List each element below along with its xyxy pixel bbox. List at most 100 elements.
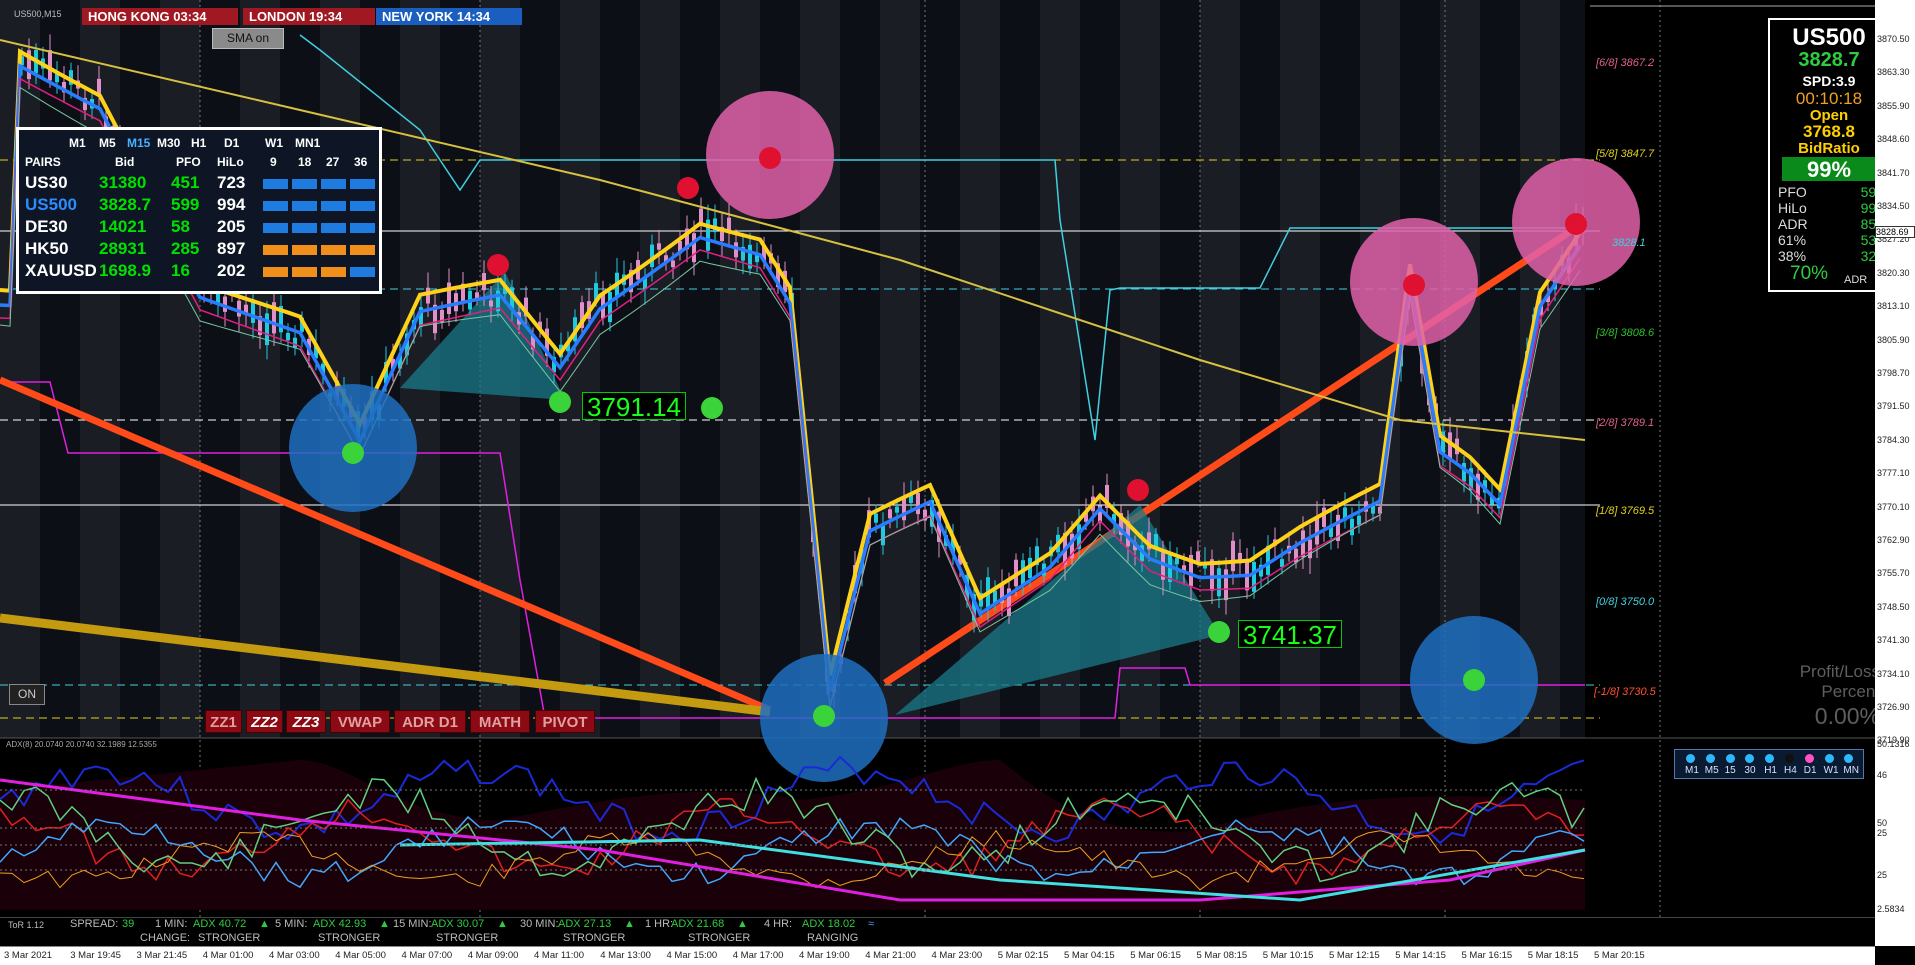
price-axis[interactable]: 3870.50 3863.30 3855.90 3848.60 3841.70 3834.… xyxy=(1875,0,1915,946)
time-tick: 5 Mar 02:15 xyxy=(997,950,1049,961)
adx-timeframe: 15 MIN: xyxy=(393,918,432,930)
price-tick: 3805.90 xyxy=(1877,334,1910,345)
candle xyxy=(286,333,290,341)
candle xyxy=(692,233,696,263)
trend-bar xyxy=(263,179,288,189)
profit-loss-percent-label: Percent xyxy=(1821,682,1880,701)
pairs-header-6: 27 xyxy=(326,155,340,169)
pairs-header-5: 18 xyxy=(298,155,312,169)
pair-symbol[interactable]: US30 xyxy=(25,173,68,193)
candle xyxy=(1357,515,1361,526)
info-countdown: 00:10:18 xyxy=(1795,89,1863,108)
timeframe-tab-m5[interactable]: M5 xyxy=(99,136,116,150)
time-tick: 4 Mar 17:00 xyxy=(732,950,784,961)
timeframe-tab-m30[interactable]: M30 xyxy=(157,136,180,150)
info-price: 3828.7 xyxy=(1798,49,1860,71)
symbol-label: US500,M15 xyxy=(14,9,62,19)
candle xyxy=(874,513,878,523)
pairs-header-0: PAIRS xyxy=(25,155,61,169)
time-axis[interactable]: 3 Mar 2021 3 Mar 19:45 3 Mar 21:45 4 Mar 01… xyxy=(0,946,1875,965)
swing-high-dot xyxy=(1403,274,1425,296)
pair-hilo: 723 xyxy=(217,173,246,192)
pair-hilo: 205 xyxy=(217,217,246,236)
swing-low-dot xyxy=(1208,621,1230,643)
tf-label: H1 xyxy=(1764,765,1777,776)
adx-timeframe: 4 HR: xyxy=(764,918,793,930)
swing-high-dot xyxy=(1565,213,1587,235)
candle xyxy=(657,243,661,250)
trend-bar xyxy=(321,223,346,233)
trend-bar xyxy=(292,223,317,233)
sma-toggle-button[interactable]: SMA on xyxy=(212,28,284,49)
time-tick: 5 Mar 12:15 xyxy=(1329,950,1380,961)
trend-bar xyxy=(321,245,346,255)
session-clock-1: LONDON 19:34 xyxy=(243,8,375,25)
candle xyxy=(895,506,899,513)
tool-button-vwap[interactable]: VWAP xyxy=(330,710,390,733)
oscillator-tick: 25 xyxy=(1877,828,1888,838)
price-tick: 3762.90 xyxy=(1877,535,1910,545)
adx-state: STRONGER xyxy=(198,932,261,944)
trend-bar xyxy=(350,267,375,277)
info-bidratio-value: 99% xyxy=(1806,157,1852,182)
pair-symbol[interactable]: DE30 xyxy=(25,217,68,237)
time-tick: 5 Mar 08:15 xyxy=(1196,950,1248,961)
tool-button-zz1[interactable]: ZZ1 xyxy=(205,710,242,733)
tool-button-pivot[interactable]: PIVOT xyxy=(535,710,595,733)
tool-button-zz2[interactable]: ZZ2 xyxy=(246,710,283,733)
tf-trend-dot xyxy=(1785,754,1794,763)
time-tick: 4 Mar 15:00 xyxy=(666,950,718,961)
price-tick: 3784.30 xyxy=(1877,434,1910,445)
info-spread: SPD:3.9 xyxy=(1802,73,1856,89)
tf-label: MN xyxy=(1843,765,1859,776)
trend-bar xyxy=(292,201,317,211)
adx-timeframe: 5 MIN: xyxy=(275,918,308,930)
session-clock-2: NEW YORK 14:34 xyxy=(376,8,522,25)
adx-value: ADX 27.13 xyxy=(558,918,612,930)
tf-label: 30 xyxy=(1744,765,1756,776)
pair-bid: 1698.9 xyxy=(99,261,151,280)
pair-symbol[interactable]: HK50 xyxy=(25,239,68,259)
pair-symbol[interactable]: US500 xyxy=(25,195,77,215)
price-tick: 3791.50 xyxy=(1877,401,1910,412)
pair-symbol[interactable]: XAUUSD xyxy=(25,261,97,281)
candle xyxy=(426,287,430,304)
timeframe-trend-panel: M1 M5 15 30 H1 H4 D1 W1 MN xyxy=(1674,749,1864,779)
time-tick: 5 Mar 06:15 xyxy=(1130,950,1181,961)
session-band xyxy=(0,0,40,738)
tf-trend-dot xyxy=(1725,754,1735,763)
time-tick: 5 Mar 20:15 xyxy=(1594,950,1645,961)
info-adr-label: ADR xyxy=(1844,274,1868,286)
tf-trend-dot xyxy=(1765,754,1775,763)
price-tick: 3777.10 xyxy=(1877,468,1910,479)
tf-label: D1 xyxy=(1803,765,1817,776)
zigzag-price-tag: 3791.14 xyxy=(582,392,686,421)
price-tick: 3820.30 xyxy=(1877,267,1910,278)
on-toggle-button[interactable]: ON xyxy=(9,684,45,705)
trend-bar xyxy=(321,179,346,189)
pair-pfo: 285 xyxy=(171,239,200,258)
time-tick: 5 Mar 16:15 xyxy=(1461,950,1513,961)
session-band xyxy=(640,0,680,738)
oscillator-tick: 25 xyxy=(1877,870,1888,880)
trend-bar xyxy=(292,267,317,277)
murrey-level-label: [6/8] 3867.2 xyxy=(1596,57,1655,69)
adx-arrow-icon: ≈ xyxy=(868,918,875,930)
murrey-level-label: 3828.1 xyxy=(1612,237,1646,249)
tool-button-zz3[interactable]: ZZ3 xyxy=(286,710,326,733)
tool-button-math[interactable]: MATH xyxy=(470,710,530,733)
timeframe-tab-d1[interactable]: D1 xyxy=(224,136,239,150)
timeframe-tab-m15[interactable]: M15 xyxy=(127,136,150,150)
candle xyxy=(888,509,892,519)
adx-value: ADX 18.02 xyxy=(802,918,856,930)
timeframe-tab-w1[interactable]: W1 xyxy=(265,136,283,150)
info-row-key: 38% xyxy=(1778,248,1807,264)
pair-bid: 3828.7 xyxy=(99,195,151,214)
timeframe-tab-mn1[interactable]: MN1 xyxy=(295,136,320,150)
timeframe-tab-h1[interactable]: H1 xyxy=(191,136,206,150)
pair-bid: 14021 xyxy=(99,217,147,236)
tool-button-adr-d1[interactable]: ADR D1 xyxy=(394,710,466,733)
timeframe-tab-m1[interactable]: M1 xyxy=(69,136,86,150)
trend-bar xyxy=(350,201,375,211)
trend-bar xyxy=(263,267,288,277)
